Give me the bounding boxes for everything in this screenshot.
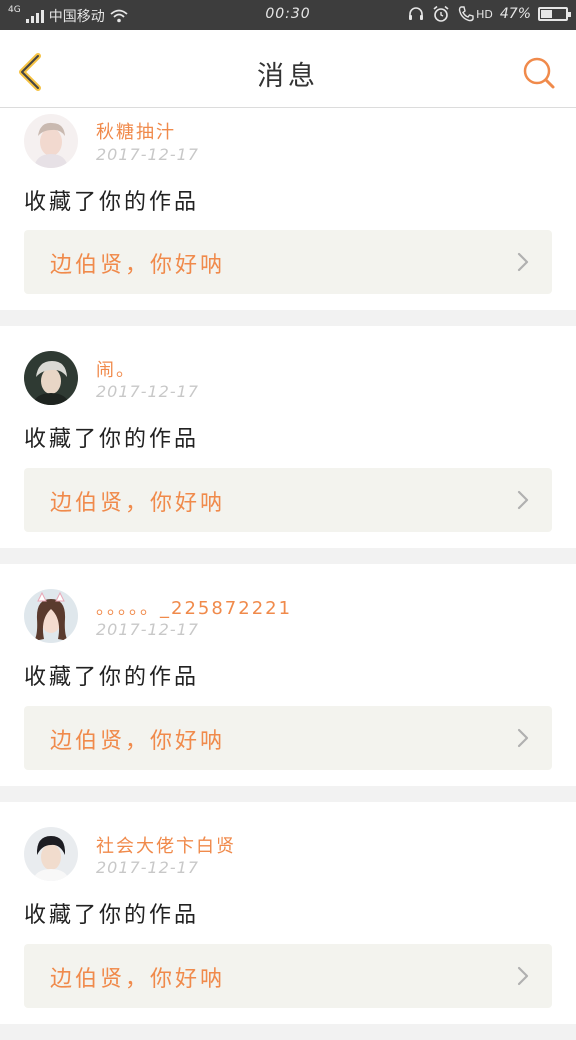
reply-bar[interactable]: 边伯贤，你好呐 <box>24 230 552 294</box>
reply-text: 边伯贤，你好呐 <box>50 967 226 992</box>
message-card: 。。。。。_225872221 2017-12-17 收藏了你的作品 边伯贤，你… <box>0 564 576 786</box>
call-icon <box>458 6 474 22</box>
nav-bar: 消息 <box>0 30 576 108</box>
avatar[interactable] <box>24 827 78 881</box>
hd-label: HD <box>476 7 493 21</box>
message-action: 收藏了你的作品 <box>24 903 200 928</box>
message-date: 2017-12-17 <box>96 858 199 877</box>
reply-text: 边伯贤，你好呐 <box>50 491 226 516</box>
search-icon[interactable] <box>522 56 556 90</box>
username[interactable]: 。。。。。_225872221 <box>96 594 292 620</box>
avatar[interactable] <box>24 589 78 643</box>
reply-bar[interactable]: 边伯贤，你好呐 <box>24 944 552 1008</box>
message-list: 秋糖抽汁 2017-12-17 收藏了你的作品 边伯贤，你好呐 闹。 2017-… <box>0 108 576 1040</box>
status-right: HD 47% <box>407 5 571 23</box>
headset-icon <box>409 7 424 20</box>
chevron-right-icon <box>517 728 529 748</box>
chevron-right-icon <box>517 490 529 510</box>
battery-fill <box>541 10 553 18</box>
message-date: 2017-12-17 <box>96 145 199 164</box>
message-card: 闹。 2017-12-17 收藏了你的作品 边伯贤，你好呐 <box>0 326 576 548</box>
message-date: 2017-12-17 <box>96 620 199 639</box>
message-card: 秋糖抽汁 2017-12-17 收藏了你的作品 边伯贤，你好呐 <box>0 108 576 310</box>
message-date: 2017-12-17 <box>96 382 199 401</box>
avatar[interactable] <box>24 351 78 405</box>
username[interactable]: 社会大佬卞白贤 <box>96 832 236 858</box>
reply-text: 边伯贤，你好呐 <box>50 729 226 754</box>
reply-bar[interactable]: 边伯贤，你好呐 <box>24 706 552 770</box>
page-title: 消息 <box>257 61 319 92</box>
chevron-right-icon <box>517 252 529 272</box>
message-action: 收藏了你的作品 <box>24 665 200 690</box>
message-action: 收藏了你的作品 <box>24 427 200 452</box>
alarm-icon <box>433 5 449 22</box>
avatar[interactable] <box>24 114 78 168</box>
status-bar: 4G 中国移动 00:30 HD 47% <box>0 0 576 30</box>
battery-icon <box>538 7 571 21</box>
username[interactable]: 闹。 <box>96 356 136 382</box>
message-action: 收藏了你的作品 <box>24 190 200 215</box>
message-card: 社会大佬卞白贤 2017-12-17 收藏了你的作品 边伯贤，你好呐 <box>0 802 576 1024</box>
battery-percent: 47% <box>499 6 531 22</box>
reply-bar[interactable]: 边伯贤，你好呐 <box>24 468 552 532</box>
username[interactable]: 秋糖抽汁 <box>96 118 176 144</box>
reply-text: 边伯贤，你好呐 <box>50 253 226 278</box>
chevron-right-icon <box>517 966 529 986</box>
